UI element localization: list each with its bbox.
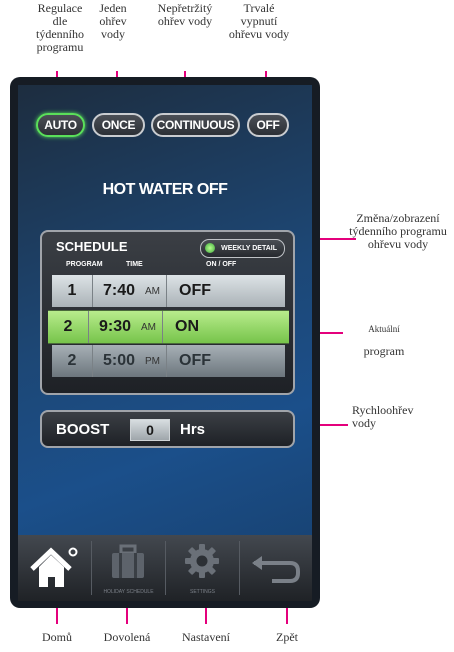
annotation-weekly: Změna/zobrazení týdenního programu ohřev… — [349, 211, 447, 251]
row-time: 5:00 PM — [93, 345, 167, 377]
nav-settings-label: SETTINGS — [189, 589, 215, 595]
boost-panel: BOOST 0 Hrs — [40, 410, 295, 448]
annotation-continuous: Nepřetržitý ohřev vody — [157, 1, 213, 28]
annotation-current-1: Aktuální — [368, 324, 400, 334]
annotation-line-back — [286, 608, 288, 624]
boost-hours-input[interactable]: 0 — [130, 419, 170, 441]
hot-water-status: HOT WATER OFF — [102, 181, 228, 198]
row-program: 2 — [52, 345, 93, 377]
annotation-boost: Rychloohřev vody — [352, 403, 414, 430]
row-time-value: 7:40 — [103, 282, 136, 299]
schedule-title: SCHEDULE — [56, 239, 128, 254]
nav-home-button[interactable] — [18, 535, 91, 601]
annotation-line-holiday — [126, 608, 128, 624]
schedule-row-1[interactable]: 1 7:40 AM OFF — [52, 275, 285, 307]
row-time-value: 9:30 — [99, 318, 132, 335]
row-program: 2 — [48, 311, 89, 343]
annotation-once: Jeden ohřev vody — [99, 1, 127, 41]
back-arrow-icon — [252, 556, 300, 583]
mode-auto-button[interactable]: AUTO — [36, 113, 85, 137]
weekly-detail-label: WEEKLY DETAIL — [221, 245, 277, 252]
row-time: 7:40 AM — [93, 275, 167, 307]
suitcase-icon — [112, 544, 144, 578]
boost-label: BOOST — [56, 421, 110, 438]
row-ampm: AM — [145, 285, 160, 297]
schedule-row-3[interactable]: 2 5:00 PM OFF — [52, 345, 285, 377]
nav-back-button[interactable] — [240, 535, 313, 601]
row-ampm: AM — [141, 321, 156, 333]
row-time: 9:30 AM — [89, 311, 163, 343]
led-icon — [205, 243, 216, 253]
annotation-back: Zpět — [276, 630, 298, 644]
column-header-time: TIME — [126, 261, 143, 268]
column-header-onoff: ON / OFF — [206, 261, 237, 268]
boost-unit: Hrs — [180, 421, 206, 438]
thermostat-device: AUTO ONCE CONTINUOUS OFF HOT WATER OFF S… — [10, 77, 320, 608]
touch-screen: AUTO ONCE CONTINUOUS OFF HOT WATER OFF S… — [18, 85, 312, 585]
schedule-panel: SCHEDULE WEEKLY DETAIL PROGRAM TIME ON /… — [40, 230, 295, 395]
annotation-auto: Regulace dle týdenního programu — [36, 1, 84, 54]
row-program: 1 — [52, 275, 93, 307]
row-ampm: PM — [145, 355, 160, 367]
annotation-settings: Nastavení — [182, 630, 230, 644]
gear-icon — [185, 544, 219, 578]
annotation-holiday: Dovolená — [103, 630, 151, 644]
nav-holiday-label: HOLIDAY SCHEDULE — [103, 589, 154, 595]
nav-settings-button[interactable]: SETTINGS — [166, 535, 239, 601]
annotation-line-settings — [205, 608, 207, 624]
home-icon — [30, 547, 78, 587]
mode-continuous-button[interactable]: CONTINUOUS — [151, 113, 240, 137]
annotation-home: Domů — [42, 630, 72, 644]
row-state: OFF — [179, 282, 211, 299]
annotation-off: Trvalé vypnutí ohřevu vody — [228, 1, 290, 41]
row-state: OFF — [179, 352, 211, 369]
weekly-detail-button[interactable]: WEEKLY DETAIL — [200, 239, 285, 258]
mode-once-button[interactable]: ONCE — [92, 113, 145, 137]
schedule-row-2-current[interactable]: 2 9:30 AM ON — [48, 310, 289, 344]
row-state: ON — [175, 318, 199, 335]
annotation-current-2: program — [363, 344, 405, 358]
bottom-nav: HOLIDAY SCHEDULE SETTINGS — [18, 535, 312, 601]
nav-holiday-button[interactable]: HOLIDAY SCHEDULE — [92, 535, 165, 601]
annotation-line-home — [56, 608, 58, 624]
row-time-value: 5:00 — [103, 352, 136, 369]
mode-off-button[interactable]: OFF — [247, 113, 289, 137]
column-header-program: PROGRAM — [66, 261, 103, 268]
